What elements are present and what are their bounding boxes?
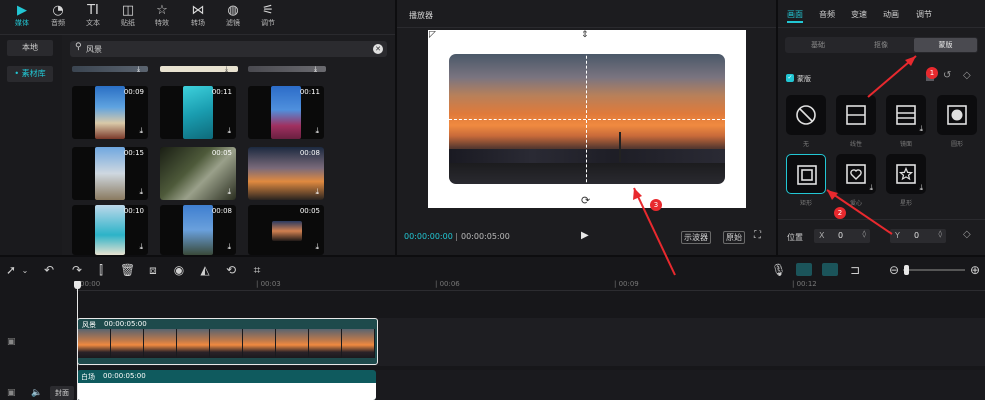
annotation-arrows: [633, 55, 917, 276]
arrow-3-head: [633, 188, 642, 200]
annotation-badge-1: 1: [926, 67, 938, 79]
annotation-badge-3: 3: [650, 199, 662, 211]
arrow-2-head: [827, 190, 838, 200]
annotation-badge-2: 2: [834, 207, 846, 219]
